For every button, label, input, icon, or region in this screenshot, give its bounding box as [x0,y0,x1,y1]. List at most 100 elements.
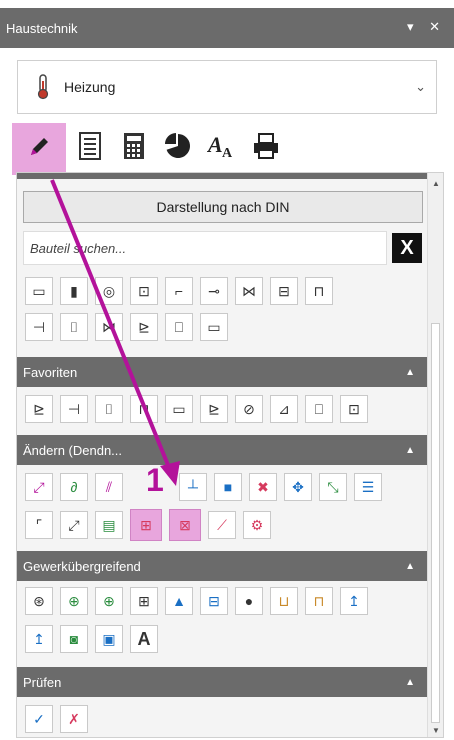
panel-header-strip [17,173,429,179]
tank-icon[interactable]: ⌷ [60,313,88,341]
circle-icon[interactable]: ● [235,587,263,615]
annotation-number: 1 [146,462,164,498]
scrollbar-thumb[interactable] [431,323,440,723]
tab-edit[interactable] [12,123,66,175]
section-aendern-label: Ändern (Dendn... [23,442,123,458]
panel-scrollbar[interactable]: ▲ ▼ [427,173,443,737]
scroll-up-icon[interactable]: ▲ [432,179,440,188]
storage-icon[interactable]: ⎕ [305,395,333,423]
add-group-icon[interactable]: ⊕ [95,587,123,615]
meter-icon[interactable]: ⊵ [130,313,158,341]
thermometer-icon [36,74,50,100]
boiler-icon[interactable]: ⊡ [340,395,368,423]
pipe-edit-icon[interactable]: ⟋ [208,511,236,539]
section-aendern[interactable]: Ändern (Dendn... ▲ [17,435,429,465]
icon-row-2: ⊣ ⌷ ⋈ ⊵ ⎕ ▭ [25,313,228,341]
edit-row-2: ⌜ ⤢ ▤ ⊞ ⊠ ⟋ ⚙ [25,509,271,541]
font-icon: AA [206,132,237,165]
meter-icon[interactable]: ⊵ [25,395,53,423]
rise-icon[interactable]: ↥ [340,587,368,615]
scale-icon[interactable]: ⤡ [319,473,347,501]
pie-chart-icon [164,132,192,165]
connector-icon[interactable]: ⊣ [60,395,88,423]
tab-print[interactable] [246,126,286,170]
gewerk-row-2: ↥ ◙ ▣ A [25,625,158,653]
check-error-icon[interactable]: ✗ [60,705,88,733]
boiler-icon[interactable]: ▮ [60,277,88,305]
add-component-icon[interactable]: ⊕ [60,587,88,615]
valve-icon[interactable]: ⊸ [200,277,228,305]
pruefen-row: ✓ ✗ [25,705,88,733]
document-icon[interactable]: ▤ [95,511,123,539]
check-icon[interactable]: ✓ [25,705,53,733]
floor-icon[interactable]: ⊔ [270,587,298,615]
clear-search-button[interactable]: X [392,233,422,263]
angle-icon[interactable]: ⌜ [25,511,53,539]
align-icon[interactable]: ☰ [354,473,382,501]
section-favoriten-label: Favoriten [23,364,78,380]
dimension-icon[interactable]: ⊓ [305,587,333,615]
storage-icon[interactable]: ⎕ [165,313,193,341]
window-controls[interactable]: ▾ ✕ [407,19,446,35]
camera-icon[interactable]: ◙ [60,625,88,653]
panel-radiator-icon[interactable]: ▭ [200,313,228,341]
house-icon[interactable]: ▲ [165,587,193,615]
floor-heating-icon[interactable]: ⊓ [130,395,158,423]
section-gewerk[interactable]: Gewerkübergreifend ▲ [17,551,429,581]
replace-all-icon[interactable]: ⊠ [169,509,201,541]
edit-row-1: ⤢ ∂ ⫽ ┴ ■ ✖ ✥ ⤡ ☰ [25,473,382,501]
connect-icon[interactable]: ⤢ [25,473,53,501]
heater-icon[interactable]: ⊡ [130,277,158,305]
collapse-icon: ▲ [405,560,415,572]
pattern-icon[interactable]: ⊞ [130,587,158,615]
component-search-input[interactable]: Bauteil suchen... [23,231,387,265]
text-icon[interactable]: A [130,625,158,653]
tool-tabbar: AA [12,123,286,175]
mixing-valve-icon[interactable]: ⋈ [235,277,263,305]
category-dropdown[interactable]: Heizung ⌄ [17,60,437,114]
tab-calculator[interactable] [114,126,154,170]
rise-settings-icon[interactable]: ↥ [25,625,53,653]
insert-icon[interactable]: ■ [214,473,242,501]
node-icon[interactable]: ┴ [179,473,207,501]
pipe-settings-icon[interactable]: ⚙ [243,511,271,539]
check-valve-icon[interactable]: ⋈ [95,313,123,341]
view-icon[interactable]: ▣ [95,625,123,653]
pencil-icon [26,134,52,165]
collapse-icon: ▲ [405,444,415,456]
calculator-icon [122,132,146,165]
layer-icon[interactable]: ⊛ [25,587,53,615]
radiator-icon[interactable]: ▭ [165,395,193,423]
delete-icon[interactable]: ✖ [249,473,277,501]
tab-piechart[interactable] [158,126,198,170]
meter-icon[interactable]: ⊵ [200,395,228,423]
window-titlebar: Haustechnik ▾ ✕ [0,8,454,48]
move-icon[interactable]: ✥ [284,473,312,501]
pipe-bend-icon[interactable]: ⌐ [165,277,193,305]
component-panel: Darstellung nach DIN Bauteil suchen... X… [16,172,444,738]
floor-heating-icon[interactable]: ⊓ [305,277,333,305]
list-icon [78,131,102,165]
scroll-down-icon[interactable]: ▼ [432,726,440,735]
section-gewerk-label: Gewerkübergreifend [23,558,141,574]
favorites-row: ⊵ ⊣ ⌷ ⊓ ▭ ⊵ ⊘ ⊿ ⎕ ⊡ [25,395,368,423]
radiator-icon[interactable]: ▭ [25,277,53,305]
section-favoriten[interactable]: Favoriten ▲ [17,357,429,387]
split-icon[interactable]: ⫽ [95,473,123,501]
tab-font[interactable]: AA [202,126,242,170]
section-pruefen[interactable]: Prüfen ▲ [17,667,429,697]
chevron-down-icon: ⌄ [415,79,426,94]
tab-list[interactable] [70,126,110,170]
heat-exchanger-icon[interactable]: ⊿ [270,395,298,423]
printer-icon [252,132,280,165]
replace-icon[interactable]: ⊞ [130,509,162,541]
tank-icon[interactable]: ⌷ [95,395,123,423]
din-display-button[interactable]: Darstellung nach DIN [23,191,423,223]
rooms-icon[interactable]: ⊟ [200,587,228,615]
slope-icon[interactable]: ⤢ [60,511,88,539]
connector-icon[interactable]: ⊣ [25,313,53,341]
link-icon[interactable]: ∂ [60,473,88,501]
pump-icon[interactable]: ◎ [95,277,123,305]
distributor-icon[interactable]: ⊟ [270,277,298,305]
pump-icon[interactable]: ⊘ [235,395,263,423]
